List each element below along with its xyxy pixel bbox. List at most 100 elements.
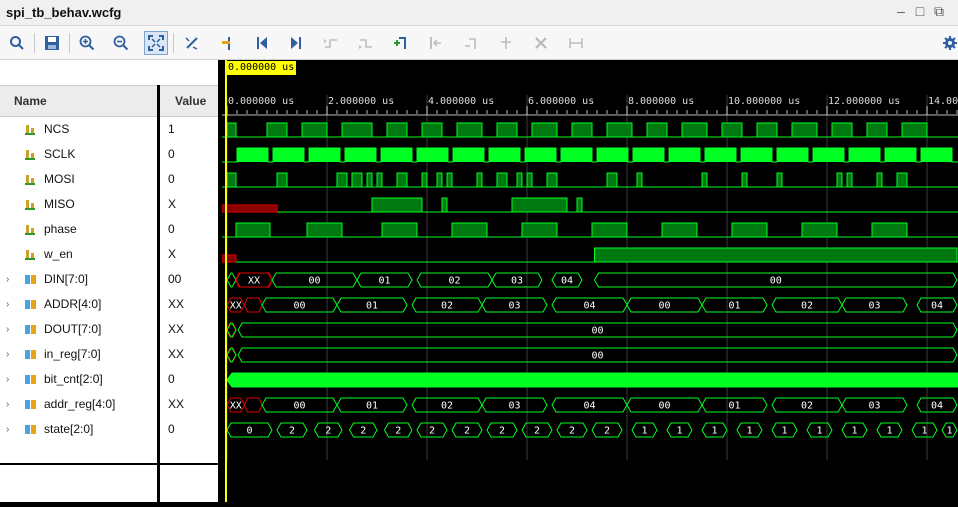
signal-value: 1 <box>168 122 175 136</box>
bus-value-label: 01 <box>728 401 740 412</box>
previous-transition-icon[interactable] <box>319 31 343 55</box>
bus-value-label: 1 <box>711 426 717 437</box>
signal-value: 0 <box>168 172 175 186</box>
bus-value-label: XX <box>230 401 242 412</box>
unknown-state-mark <box>221 254 237 263</box>
pulse-high <box>681 122 708 138</box>
signal-row-miso[interactable]: MISO <box>6 192 156 217</box>
bus-unknown-segment <box>243 397 263 413</box>
add-marker-icon[interactable] <box>389 31 413 55</box>
bus-unknown-segment <box>243 297 263 313</box>
zoom-in-icon[interactable] <box>75 31 99 55</box>
zoom-out-icon[interactable] <box>109 31 133 55</box>
pulse-high <box>421 122 443 138</box>
bus-value-label: 03 <box>508 301 520 312</box>
signal-row-bit-cnt-2-0[interactable]: › bit_cnt[2:0] <box>6 367 156 392</box>
bus-value-label: 2 <box>534 426 540 437</box>
pulse-high <box>456 122 483 138</box>
waveform-panel[interactable]: 0.000000 us 2.000000 us 4.000000 us 6.00000… <box>221 60 958 502</box>
column-splitter[interactable] <box>157 85 160 502</box>
restore-icon[interactable]: ⧉ <box>931 3 947 20</box>
signal-row-mosi[interactable]: MOSI <box>6 167 156 192</box>
bus-value-label: 1 <box>676 426 682 437</box>
signal-row-din-7-0[interactable]: › DIN[7:0] <box>6 267 156 292</box>
signal-value: 0 <box>168 422 175 436</box>
signal-list-header: Name Value <box>0 85 218 117</box>
bus-value-label: 01 <box>728 301 740 312</box>
time-tick-label: 2.000000 us <box>328 96 394 107</box>
toolbar <box>0 26 958 60</box>
expand-chevron-icon[interactable]: › <box>6 292 16 317</box>
zoom-fit-icon[interactable] <box>144 31 168 55</box>
signal-row-addr-reg-4-0[interactable]: › addr_reg[4:0] <box>6 392 156 417</box>
signal-row-w-en[interactable]: w_en <box>6 242 156 267</box>
minimize-icon[interactable]: – <box>893 3 909 19</box>
pulse-high <box>421 172 428 188</box>
expand-chevron-icon[interactable]: › <box>6 342 16 367</box>
cursor-snap-icon[interactable] <box>180 31 204 55</box>
logic-signal-icon <box>25 200 35 210</box>
signal-name: ADDR[4:0] <box>44 297 102 311</box>
maximize-icon[interactable]: □ <box>912 3 928 19</box>
bus-value-label: 2 <box>464 426 470 437</box>
signal-row-dout-7-0[interactable]: › DOUT[7:0] <box>6 317 156 342</box>
pulse-high <box>226 172 237 188</box>
expand-chevron-icon[interactable]: › <box>6 367 16 392</box>
bus-signal-icon <box>25 375 36 384</box>
cursor-time-label: 0.000000 us <box>226 61 297 75</box>
next-marker-icon[interactable] <box>459 31 483 55</box>
signal-row-phase[interactable]: phase <box>6 217 156 242</box>
delete-markers-icon[interactable] <box>529 31 553 55</box>
signal-value: XX <box>168 347 185 361</box>
pulse-high <box>266 122 288 138</box>
sclk-waveform <box>222 147 958 163</box>
save-icon[interactable] <box>40 31 64 55</box>
go-to-first-icon[interactable] <box>250 31 274 55</box>
bus-value-label: 04 <box>583 401 595 412</box>
bus-signal-icon <box>25 275 36 284</box>
bus-signal-icon <box>25 425 36 434</box>
marker-range-icon[interactable] <box>564 31 588 55</box>
signal-name: in_reg[7:0] <box>44 347 101 361</box>
signal-name: MOSI <box>44 172 75 186</box>
bus-value-label: 01 <box>378 276 390 287</box>
go-to-last-icon[interactable] <box>284 31 308 55</box>
pulse-high <box>521 222 558 238</box>
next-transition-icon[interactable] <box>354 31 378 55</box>
signal-row-in-reg-7-0[interactable]: › in_reg[7:0] <box>6 342 156 367</box>
pulse-high <box>571 122 593 138</box>
expand-chevron-icon[interactable]: › <box>6 392 16 417</box>
bus-segment <box>226 272 237 288</box>
signal-row-state-2-0[interactable]: › state[2:0] <box>6 417 156 442</box>
search-icon[interactable] <box>5 31 29 55</box>
expand-chevron-icon[interactable]: › <box>6 417 16 442</box>
pulse-high <box>721 122 743 138</box>
expand-chevron-icon[interactable]: › <box>6 267 16 292</box>
bus-value-label: 02 <box>801 401 813 412</box>
time-tick-label: 6.000000 us <box>528 96 594 107</box>
bus-value-label: 2 <box>429 426 435 437</box>
pulse-high <box>446 172 453 188</box>
waveform-canvas[interactable]: 0.000000 us 2.000000 us 4.000000 us 6.00000… <box>221 60 958 502</box>
pulse-high <box>336 172 348 188</box>
bus-value-label: 01 <box>366 301 378 312</box>
pulse-high <box>606 122 633 138</box>
swap-cursors-icon[interactable] <box>494 31 518 55</box>
go-to-time-zero-icon[interactable] <box>215 31 239 55</box>
signal-row-ncs[interactable]: NCS <box>6 117 156 142</box>
signal-row-addr-4-0[interactable]: › ADDR[4:0] <box>6 292 156 317</box>
pulse-high <box>531 122 558 138</box>
pulse-high <box>791 122 818 138</box>
pulse-high <box>371 197 423 213</box>
settings-icon[interactable] <box>938 31 958 55</box>
bus-value-label: 04 <box>931 401 943 412</box>
expand-chevron-icon[interactable]: › <box>6 317 16 342</box>
signal-name: state[2:0] <box>44 422 94 436</box>
name-column-header[interactable]: Name <box>14 94 47 108</box>
bus-unknown-segment <box>226 347 237 363</box>
bus-value-label: 1 <box>886 426 892 437</box>
value-column-header[interactable]: Value <box>175 94 206 108</box>
bus-value-label: 2 <box>499 426 505 437</box>
signal-row-sclk[interactable]: SCLK <box>6 142 156 167</box>
previous-marker-icon[interactable] <box>424 31 448 55</box>
